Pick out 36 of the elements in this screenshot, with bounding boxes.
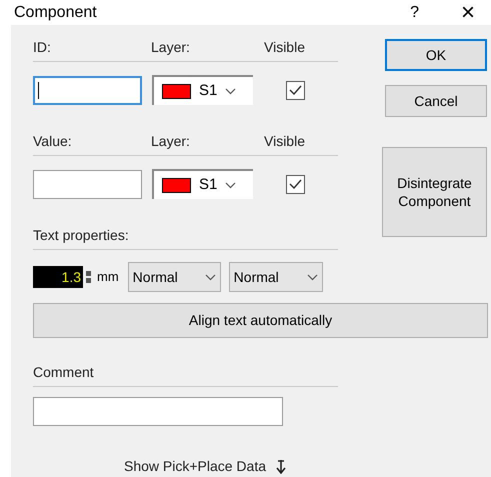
visible-label: Visible — [264, 38, 305, 57]
help-button[interactable]: ? — [410, 0, 419, 24]
field-label: Value: — [33, 132, 73, 151]
check-icon — [289, 179, 302, 189]
close-button[interactable]: × — [460, 0, 475, 24]
unit-label: mm — [97, 268, 119, 286]
text-field[interactable] — [33, 76, 142, 104]
chevron-down-icon — [225, 182, 236, 188]
layer-dropdown[interactable]: S1 — [152, 75, 253, 105]
disintegrate-button[interactable]: Disintegrate Component — [382, 147, 487, 237]
check-icon — [289, 85, 302, 95]
visible-checkbox[interactable] — [286, 174, 305, 194]
pick-place-link[interactable]: Show Pick+Place Data — [124, 456, 286, 477]
text-caret — [38, 82, 39, 98]
window-title: Component — [14, 2, 98, 22]
dialog-button[interactable]: OK — [385, 39, 487, 71]
field-label: ID: — [33, 38, 52, 57]
down-arrow-icon — [276, 460, 286, 474]
dialog-button[interactable]: Cancel — [385, 85, 487, 117]
size-field[interactable]: 1.3 — [33, 266, 83, 288]
layer-dropdown[interactable]: S1 — [152, 169, 253, 199]
layer-label: Layer: — [151, 132, 191, 151]
align-text-button[interactable]: Align text automatically — [33, 303, 488, 338]
chevron-down-icon — [225, 88, 236, 94]
chevron-down-icon — [306, 274, 318, 280]
section-label: Comment — [33, 363, 94, 382]
spinner-icon — [86, 271, 91, 283]
visible-label: Visible — [264, 132, 305, 151]
visible-checkbox[interactable] — [286, 80, 305, 100]
text-field[interactable] — [33, 170, 142, 198]
style-dropdown[interactable]: Normal — [128, 262, 221, 292]
comment-field[interactable] — [33, 397, 283, 426]
chevron-down-icon — [204, 274, 216, 280]
section-label: Text properties: — [33, 226, 129, 245]
layer-label: Layer: — [151, 38, 191, 57]
style-dropdown[interactable]: Normal — [228, 262, 323, 292]
